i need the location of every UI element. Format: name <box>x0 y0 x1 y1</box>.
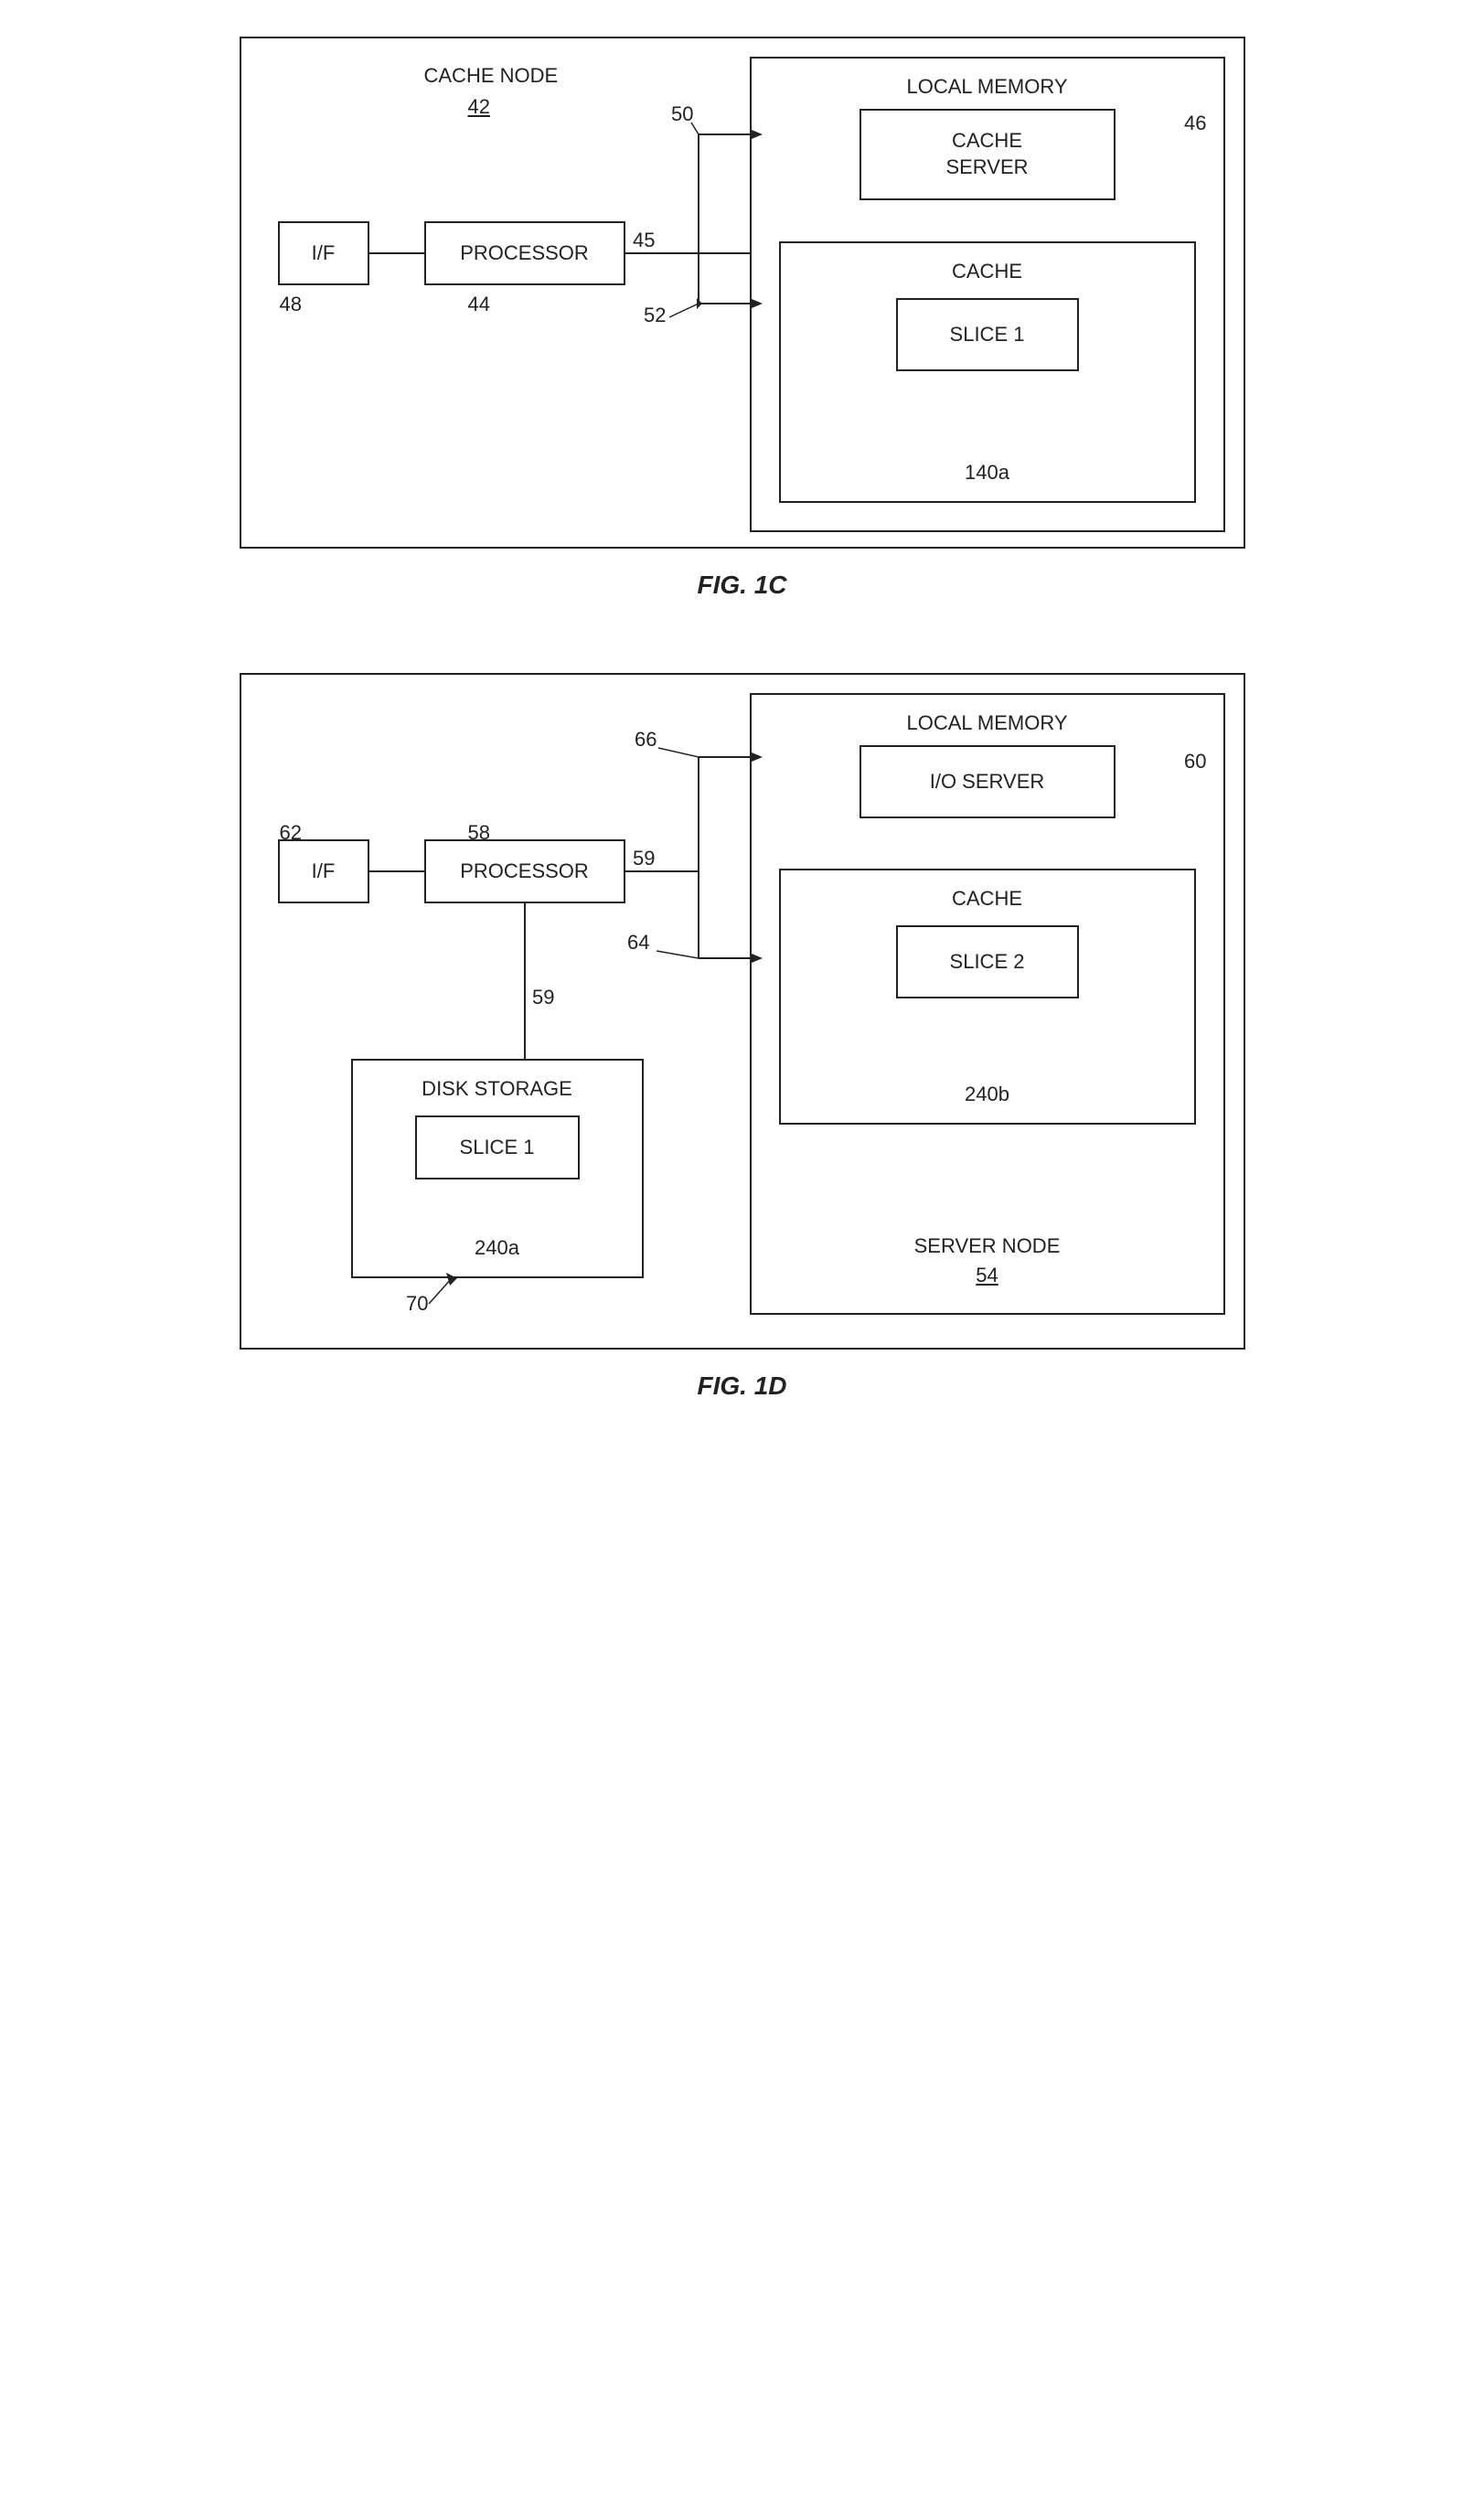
fig1d-local-memory-label: LOCAL MEMORY <box>906 711 1067 735</box>
fig1c-diagram: CACHE NODE 42 LOCAL MEMORY CACHESERVER 4… <box>240 37 1245 549</box>
disk-slice1-box: SLICE 1 <box>415 1115 580 1179</box>
disk-storage-label: DISK STORAGE <box>422 1077 572 1101</box>
fig1d-if-label: I/F <box>312 859 336 885</box>
svg-text:70: 70 <box>406 1292 428 1315</box>
cache-node-number: 42 <box>468 95 490 119</box>
slice1-box: SLICE 1 <box>896 298 1079 371</box>
fig1d-processor-box: PROCESSOR <box>424 839 625 903</box>
disk-slice1-label: SLICE 1 <box>460 1135 535 1161</box>
processor-number: 44 <box>468 293 490 316</box>
fig1d-cache-box: CACHE SLICE 2 240b <box>779 869 1196 1125</box>
slice1-label: SLICE 1 <box>950 322 1025 348</box>
fig1d-cache-label: CACHE <box>952 887 1022 911</box>
cache-node-label: CACHE NODE <box>424 64 559 88</box>
figure-1d-block: LOCAL MEMORY I/O SERVER 60 CACHE SLICE 2 <box>102 673 1383 1401</box>
svg-text:45: 45 <box>633 229 655 251</box>
cache-label: CACHE <box>952 260 1022 283</box>
cache-server-box: CACHESERVER <box>859 109 1116 200</box>
if-number: 48 <box>280 293 302 316</box>
io-server-box: I/O SERVER <box>859 745 1116 818</box>
figure-1c-block: CACHE NODE 42 LOCAL MEMORY CACHESERVER 4… <box>102 37 1383 600</box>
slice2-number: 240b <box>965 1083 1009 1106</box>
fig1d-inner: LOCAL MEMORY I/O SERVER 60 CACHE SLICE 2 <box>241 675 1244 1348</box>
page-wrapper: CACHE NODE 42 LOCAL MEMORY CACHESERVER 4… <box>102 37 1383 1401</box>
fig1c-caption: FIG. 1C <box>697 571 786 600</box>
cache-box: CACHE SLICE 1 140a <box>779 241 1196 503</box>
processor-label: PROCESSOR <box>460 240 589 267</box>
if-label: I/F <box>312 240 336 267</box>
svg-text:59: 59 <box>633 847 655 870</box>
server-node-number: 54 <box>976 1264 998 1287</box>
fig1d-caption: FIG. 1D <box>697 1371 786 1401</box>
cache-server-number: 46 <box>1184 112 1206 135</box>
slice1-number: 140a <box>965 461 1009 485</box>
svg-text:59: 59 <box>532 986 554 1009</box>
fig1d-if-box: I/F <box>278 839 369 903</box>
disk-storage-box: DISK STORAGE SLICE 1 240a <box>351 1059 644 1278</box>
fig1d-processor-label: PROCESSOR <box>460 859 589 885</box>
fig1d-diagram: LOCAL MEMORY I/O SERVER 60 CACHE SLICE 2 <box>240 673 1245 1350</box>
slice2-label: SLICE 2 <box>950 949 1025 976</box>
fig1d-processor-number: 58 <box>468 821 490 845</box>
svg-text:50: 50 <box>671 102 693 125</box>
io-server-number: 60 <box>1184 750 1206 774</box>
svg-text:64: 64 <box>627 931 649 954</box>
slice2-box: SLICE 2 <box>896 925 1079 998</box>
io-server-label: I/O SERVER <box>930 769 1045 795</box>
fig1d-if-number: 62 <box>280 821 302 845</box>
disk-slice1-number: 240a <box>475 1236 519 1260</box>
fig1c-inner: CACHE NODE 42 LOCAL MEMORY CACHESERVER 4… <box>241 38 1244 547</box>
local-memory-label: LOCAL MEMORY <box>906 75 1067 99</box>
svg-text:66: 66 <box>635 728 657 751</box>
local-memory-box: LOCAL MEMORY CACHESERVER 46 CACHE SLICE … <box>750 57 1225 532</box>
cache-server-label: CACHESERVER <box>945 128 1028 180</box>
if-box: I/F <box>278 221 369 285</box>
fig1d-local-memory-box: LOCAL MEMORY I/O SERVER 60 CACHE SLICE 2 <box>750 693 1225 1315</box>
server-node-label: SERVER NODE <box>914 1234 1061 1258</box>
svg-text:52: 52 <box>644 304 666 326</box>
processor-box: PROCESSOR <box>424 221 625 285</box>
